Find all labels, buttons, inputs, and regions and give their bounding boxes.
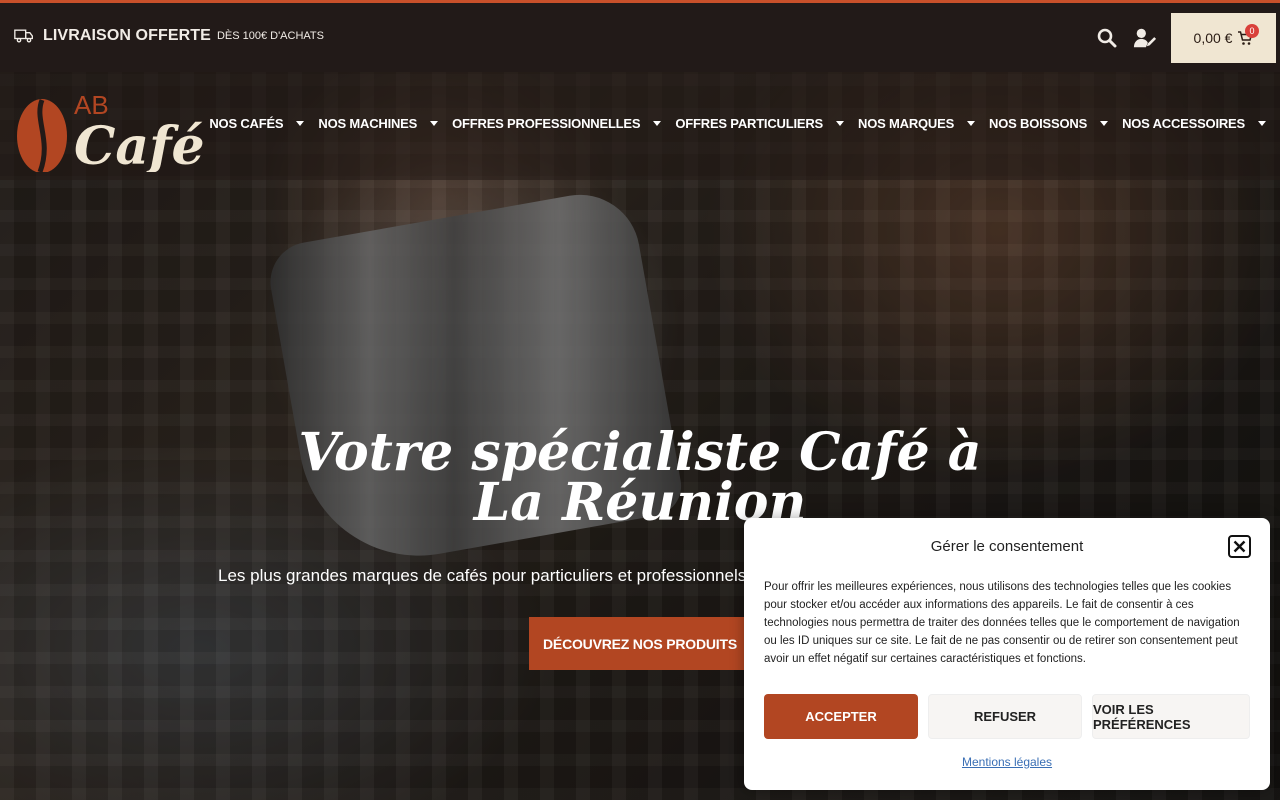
chevron-down-icon <box>430 121 439 126</box>
hero-subtitle: Les plus grandes marques de cafés pour p… <box>218 566 747 585</box>
nav-item-label: NOS BOISSONS <box>989 116 1088 131</box>
main-navigation-bar: AB Café NOS CAFÉS NOS MACHINES OFFRES PR… <box>0 72 1280 180</box>
shipping-main-text: LIVRAISON OFFERTE <box>43 27 211 44</box>
nav-item-label: NOS MACHINES <box>318 116 418 131</box>
chevron-down-icon <box>1100 121 1109 126</box>
top-bar: LIVRAISON OFFERTE dès 100€ d'achats 0,00… <box>0 0 1280 72</box>
nav-item-label: OFFRES PARTICULIERS <box>675 116 824 131</box>
search-button[interactable] <box>1095 26 1119 50</box>
chevron-down-icon <box>1258 121 1266 126</box>
chevron-down-icon <box>653 121 662 126</box>
chevron-down-icon <box>967 121 976 126</box>
nav-item-label: OFFRES PROFESSIONNELLES <box>452 116 641 131</box>
nav-item-marques[interactable]: NOS MARQUES <box>858 116 976 131</box>
cart-count-badge: 0 <box>1245 24 1259 38</box>
nav-item-offres-professionnelles[interactable]: OFFRES PROFESSIONNELLES <box>452 116 662 131</box>
header-actions: 0,00 € 0 <box>1095 13 1276 63</box>
discover-products-button[interactable]: DÉCOUVREZ NOS PRODUITS <box>529 617 751 670</box>
consent-description: Pour offrir les meilleures expériences, … <box>764 581 1240 665</box>
accept-button[interactable]: ACCEPTER <box>764 694 918 739</box>
nav-item-cafes[interactable]: NOS CAFÉS <box>209 116 305 131</box>
user-edit-icon <box>1133 28 1157 48</box>
refuse-button[interactable]: REFUSER <box>928 694 1082 739</box>
cookie-consent-dialog: Gérer le consentement Pour offrir les me… <box>744 518 1270 790</box>
nav-item-label: NOS MARQUES <box>858 116 955 131</box>
truck-icon <box>14 29 33 43</box>
search-icon <box>1097 28 1117 48</box>
svg-text:Café: Café <box>74 116 205 172</box>
consent-title: Gérer le consentement <box>930 538 1084 555</box>
close-button[interactable] <box>1228 535 1251 558</box>
legal-notice-link[interactable]: Mentions légales <box>744 755 1270 769</box>
consent-actions: ACCEPTER REFUSER VOIR LES PRÉFÉRENCES <box>764 694 1250 739</box>
view-preferences-button[interactable]: VOIR LES PRÉFÉRENCES <box>1092 694 1250 739</box>
cart-button[interactable]: 0,00 € 0 <box>1171 13 1276 63</box>
nav-item-machines[interactable]: NOS MACHINES <box>318 116 439 131</box>
ab-cafe-logo[interactable]: AB Café <box>12 82 212 172</box>
hero-title: Votre spécialiste Café à La Réunion <box>298 422 982 533</box>
nav-item-accessoires[interactable]: NOS ACCESSOIRES <box>1122 116 1266 131</box>
close-icon <box>1233 540 1246 553</box>
nav-item-boissons[interactable]: NOS BOISSONS <box>989 116 1109 131</box>
cart-total: 0,00 € <box>1193 30 1233 46</box>
chevron-down-icon <box>836 121 845 126</box>
main-menu: NOS CAFÉS NOS MACHINES OFFRES PROFESSION… <box>209 116 1280 131</box>
nav-item-label: NOS ACCESSOIRES <box>1122 116 1245 131</box>
nav-item-label: NOS CAFÉS <box>209 116 284 131</box>
shipping-notice: LIVRAISON OFFERTE dès 100€ d'achats <box>14 27 324 45</box>
shipping-sub-text: dès 100€ d'achats <box>216 30 324 42</box>
chevron-down-icon <box>296 121 305 126</box>
nav-item-offres-particuliers[interactable]: OFFRES PARTICULIERS <box>675 116 845 131</box>
account-button[interactable] <box>1133 26 1157 50</box>
